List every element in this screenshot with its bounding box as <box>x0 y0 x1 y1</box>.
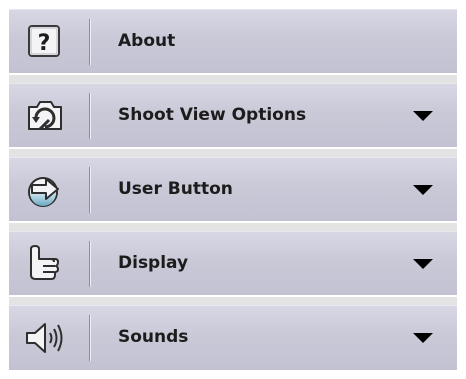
menu-item-sounds[interactable]: Sounds <box>9 305 457 370</box>
menu-item-label: Display <box>118 253 189 273</box>
menu-item-display[interactable]: Display <box>9 231 457 297</box>
menu-item-divider <box>89 93 90 139</box>
menu-item-user-button[interactable]: User Button <box>9 157 457 223</box>
menu-item-label: About <box>118 31 176 51</box>
help-icon: ? <box>21 23 69 61</box>
menu-item-divider <box>89 167 90 213</box>
menu-item-label: Sounds <box>118 327 189 347</box>
settings-menu: ? About Shoot View Options User Button D… <box>9 9 457 370</box>
chevron-down-icon[interactable] <box>413 259 433 269</box>
pointing-hand-icon <box>21 245 69 283</box>
chevron-down-icon[interactable] <box>413 111 433 121</box>
menu-item-divider <box>89 315 90 361</box>
chevron-down-icon[interactable] <box>413 185 433 195</box>
menu-item-divider <box>89 241 90 287</box>
menu-item-label: Shoot View Options <box>118 105 307 125</box>
arrow-button-icon <box>21 171 69 209</box>
camera-rotate-icon <box>21 97 69 135</box>
chevron-down-icon[interactable] <box>413 333 433 343</box>
menu-item-shoot-view-options[interactable]: Shoot View Options <box>9 83 457 149</box>
svg-text:?: ? <box>38 31 51 56</box>
menu-item-label: User Button <box>118 179 233 199</box>
menu-item-about[interactable]: ? About <box>9 9 457 75</box>
menu-item-divider <box>89 19 90 65</box>
speaker-icon <box>21 319 69 357</box>
